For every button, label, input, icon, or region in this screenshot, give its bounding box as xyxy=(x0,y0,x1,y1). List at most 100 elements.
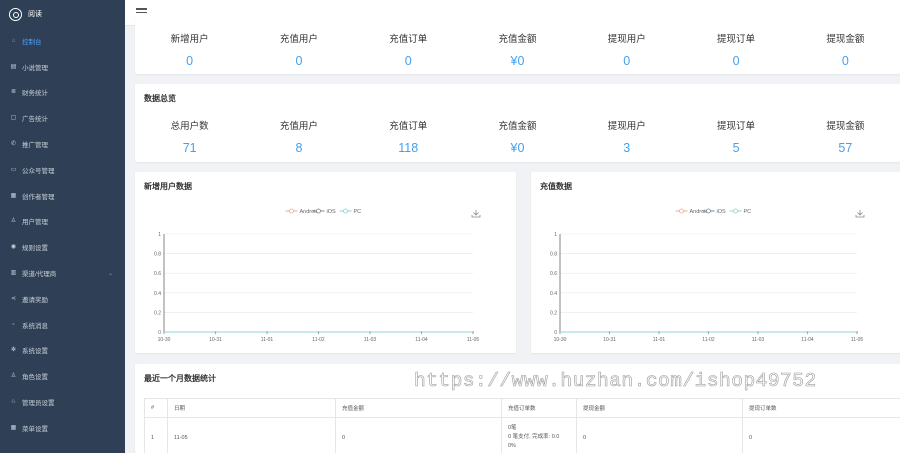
sidebar-item-4[interactable]: ✆ 推广管理 xyxy=(0,131,125,157)
sidebar-item-1[interactable]: ▤ 小说管理 xyxy=(0,54,125,80)
stat-value: 5 xyxy=(732,141,740,155)
stat-value: 71 xyxy=(182,141,197,155)
sidebar-item-6[interactable]: ▦ 创作者管理 xyxy=(0,183,125,209)
sidebar-item-7[interactable]: ♙ 用户管理 xyxy=(0,209,125,235)
x-tick-label: 11-02 xyxy=(312,337,325,343)
x-tick-label: 11-04 xyxy=(801,337,814,343)
sidebar-item-8[interactable]: ◉ 规则设置 xyxy=(0,234,125,260)
sidebar-item-label: 管理员设置 xyxy=(22,400,55,408)
today-stat: 提现用户 0 xyxy=(572,31,681,68)
stat-label: 充值金额 xyxy=(498,34,537,45)
data-point xyxy=(806,331,809,333)
data-point xyxy=(707,331,710,333)
sidebar-item-0[interactable]: ⌂ 控制台 xyxy=(0,28,125,54)
table-row: 1 11-05 0 0笔 0 笔支付, 完成率: 0.0 0% 0 0 xyxy=(144,417,900,453)
stat-label: 充值金额 xyxy=(498,121,537,132)
sidebar-item-10[interactable]: ⋖ 邀请奖励 xyxy=(0,286,125,312)
download-icon[interactable] xyxy=(855,210,865,218)
app-logo[interactable]: 阅读 xyxy=(0,0,125,28)
sidebar-item-label: 渠道/代理商 xyxy=(22,271,57,279)
legend-label: PC xyxy=(744,209,752,215)
sidebar-item-15[interactable]: ▦ 菜单设置 xyxy=(0,415,125,441)
cell-withdraw-orders: 0 xyxy=(742,417,900,453)
x-tick-label: 11-01 xyxy=(261,337,274,343)
monthly-stats-table: # 日期 充值金额 充值订单数 提现金额 提现订单数 1 11-05 0 0笔 … xyxy=(144,398,900,453)
y-tick-label: 0.2 xyxy=(550,310,557,316)
sidebar-item-12[interactable]: ✻ 系统设置 xyxy=(0,338,125,364)
sidebar-item-3[interactable]: ▢ 广告统计 xyxy=(0,105,125,131)
x-tick-label: 11-05 xyxy=(467,337,480,343)
cell-orders-line: 0% xyxy=(508,443,516,449)
cell-withdraw-amount: 0 xyxy=(576,417,743,453)
cell-orders-line: 0笔 xyxy=(508,425,517,431)
grid-icon: ▦ xyxy=(10,192,17,199)
sidebar-item-2[interactable]: ≣ 财务统计 xyxy=(0,80,125,106)
sidebar-item-11[interactable]: ▫ 系统消息 xyxy=(0,312,125,338)
sidebar: 阅读 ⌂ 控制台 ▤ 小说管理 ≣ 财务统计 ▢ 广告统计 ✆ 推广管理 ▭ 公众号管理 ▦ 创作者管理 ♙… xyxy=(0,0,125,453)
stat-value: 0 xyxy=(295,54,303,68)
overview-stat: 提现金额 57 xyxy=(791,118,900,155)
col-header-amount: 充值金额 xyxy=(335,398,502,418)
stat-label: 提现用户 xyxy=(607,121,646,132)
sidebar-item-9[interactable]: ▥ 渠道/代理商 ⌄ xyxy=(0,260,125,286)
sidebar-item-14[interactable]: ♘ 管理员设置 xyxy=(0,389,125,415)
data-point xyxy=(608,331,611,333)
download-icon[interactable] xyxy=(471,210,481,218)
home-icon: ⌂ xyxy=(11,37,16,44)
legend-label: PC xyxy=(354,209,362,215)
stat-label: 提现金额 xyxy=(826,34,865,45)
stat-label: 充值用户 xyxy=(279,34,318,45)
legend-item[interactable]: PC xyxy=(339,208,362,215)
overview-stat: 总用户数 71 xyxy=(135,118,244,155)
legend-item[interactable]: Android xyxy=(285,208,319,215)
share-icon: ⋖ xyxy=(10,295,17,302)
sidebar-item-5[interactable]: ▭ 公众号管理 xyxy=(0,157,125,183)
sidebar-item-13[interactable]: ♙ 角色设置 xyxy=(0,363,125,389)
channel-icon: ▥ xyxy=(10,270,17,277)
col-header-withdraw-amount: 提现金额 xyxy=(576,398,743,418)
stat-label: 充值用户 xyxy=(279,121,318,132)
legend-item[interactable]: PC xyxy=(729,208,752,215)
stat-value: ¥0 xyxy=(510,54,525,68)
data-point xyxy=(317,331,320,333)
stat-label: 提现用户 xyxy=(607,34,646,45)
stat-value: 0 xyxy=(186,54,194,68)
legend-label: iOS xyxy=(327,209,337,215)
location-icon: ◉ xyxy=(10,244,17,251)
today-stat: 新增用户 0 xyxy=(135,31,244,68)
y-tick-label: 0 xyxy=(158,330,161,336)
col-header-index: # xyxy=(144,398,168,418)
legend-item[interactable]: Android xyxy=(675,208,709,215)
stat-label: 提现金额 xyxy=(826,121,865,132)
sidebar-item-label: 系统消息 xyxy=(22,322,48,330)
x-tick-label: 10-30 xyxy=(158,337,171,343)
chevron-down-icon: ⌄ xyxy=(107,270,113,277)
cell-amount: 0 xyxy=(335,417,502,453)
overview-stat: 提现用户 3 xyxy=(572,118,681,155)
x-tick-label: 10-31 xyxy=(209,337,222,343)
list-icon: ≣ xyxy=(10,89,17,96)
y-tick-label: 1 xyxy=(554,232,557,238)
stat-value: 57 xyxy=(838,141,853,155)
stat-label: 总用户数 xyxy=(170,121,209,132)
data-point xyxy=(472,331,474,333)
recharge-chart: Android iOS PC 0 0.2 0.4 0.6 0.8 1 10-30 10-31 11-0… xyxy=(550,208,865,343)
sidebar-item-label: 财务统计 xyxy=(22,90,48,98)
overview-stat: 充值金额 ¥0 xyxy=(463,118,572,155)
y-tick-label: 0.8 xyxy=(154,252,161,258)
stat-value: 0 xyxy=(841,54,849,68)
legend-label: Android xyxy=(300,209,319,215)
y-tick-label: 0.6 xyxy=(154,271,161,277)
sidebar-item-label: 控制台 xyxy=(22,38,42,46)
stat-value: 0 xyxy=(732,54,740,68)
new-users-chart-card: 新增用户数据 Android iOS PC 0 0.2 0.4 0.6 0.8 1 10-30 10… xyxy=(135,172,516,353)
sidebar-item-label: 系统设置 xyxy=(22,348,48,356)
logo-icon xyxy=(9,7,22,21)
sidebar-item-label: 规则设置 xyxy=(22,245,48,253)
today-stats-card: 新增用户 0 充值用户 0 充值订单 0 充值金额 ¥0 提现用户 0 提现订单 0 提现金额 0 xyxy=(135,14,900,74)
col-header-orders: 充值订单数 xyxy=(501,398,577,418)
sidebar-item-label: 角色设置 xyxy=(22,374,48,382)
y-tick-label: 0.2 xyxy=(154,310,161,316)
cell-orders: 0笔 0 笔支付, 完成率: 0.0 0% xyxy=(501,417,577,453)
menu-grid-icon: ▦ xyxy=(10,424,17,431)
